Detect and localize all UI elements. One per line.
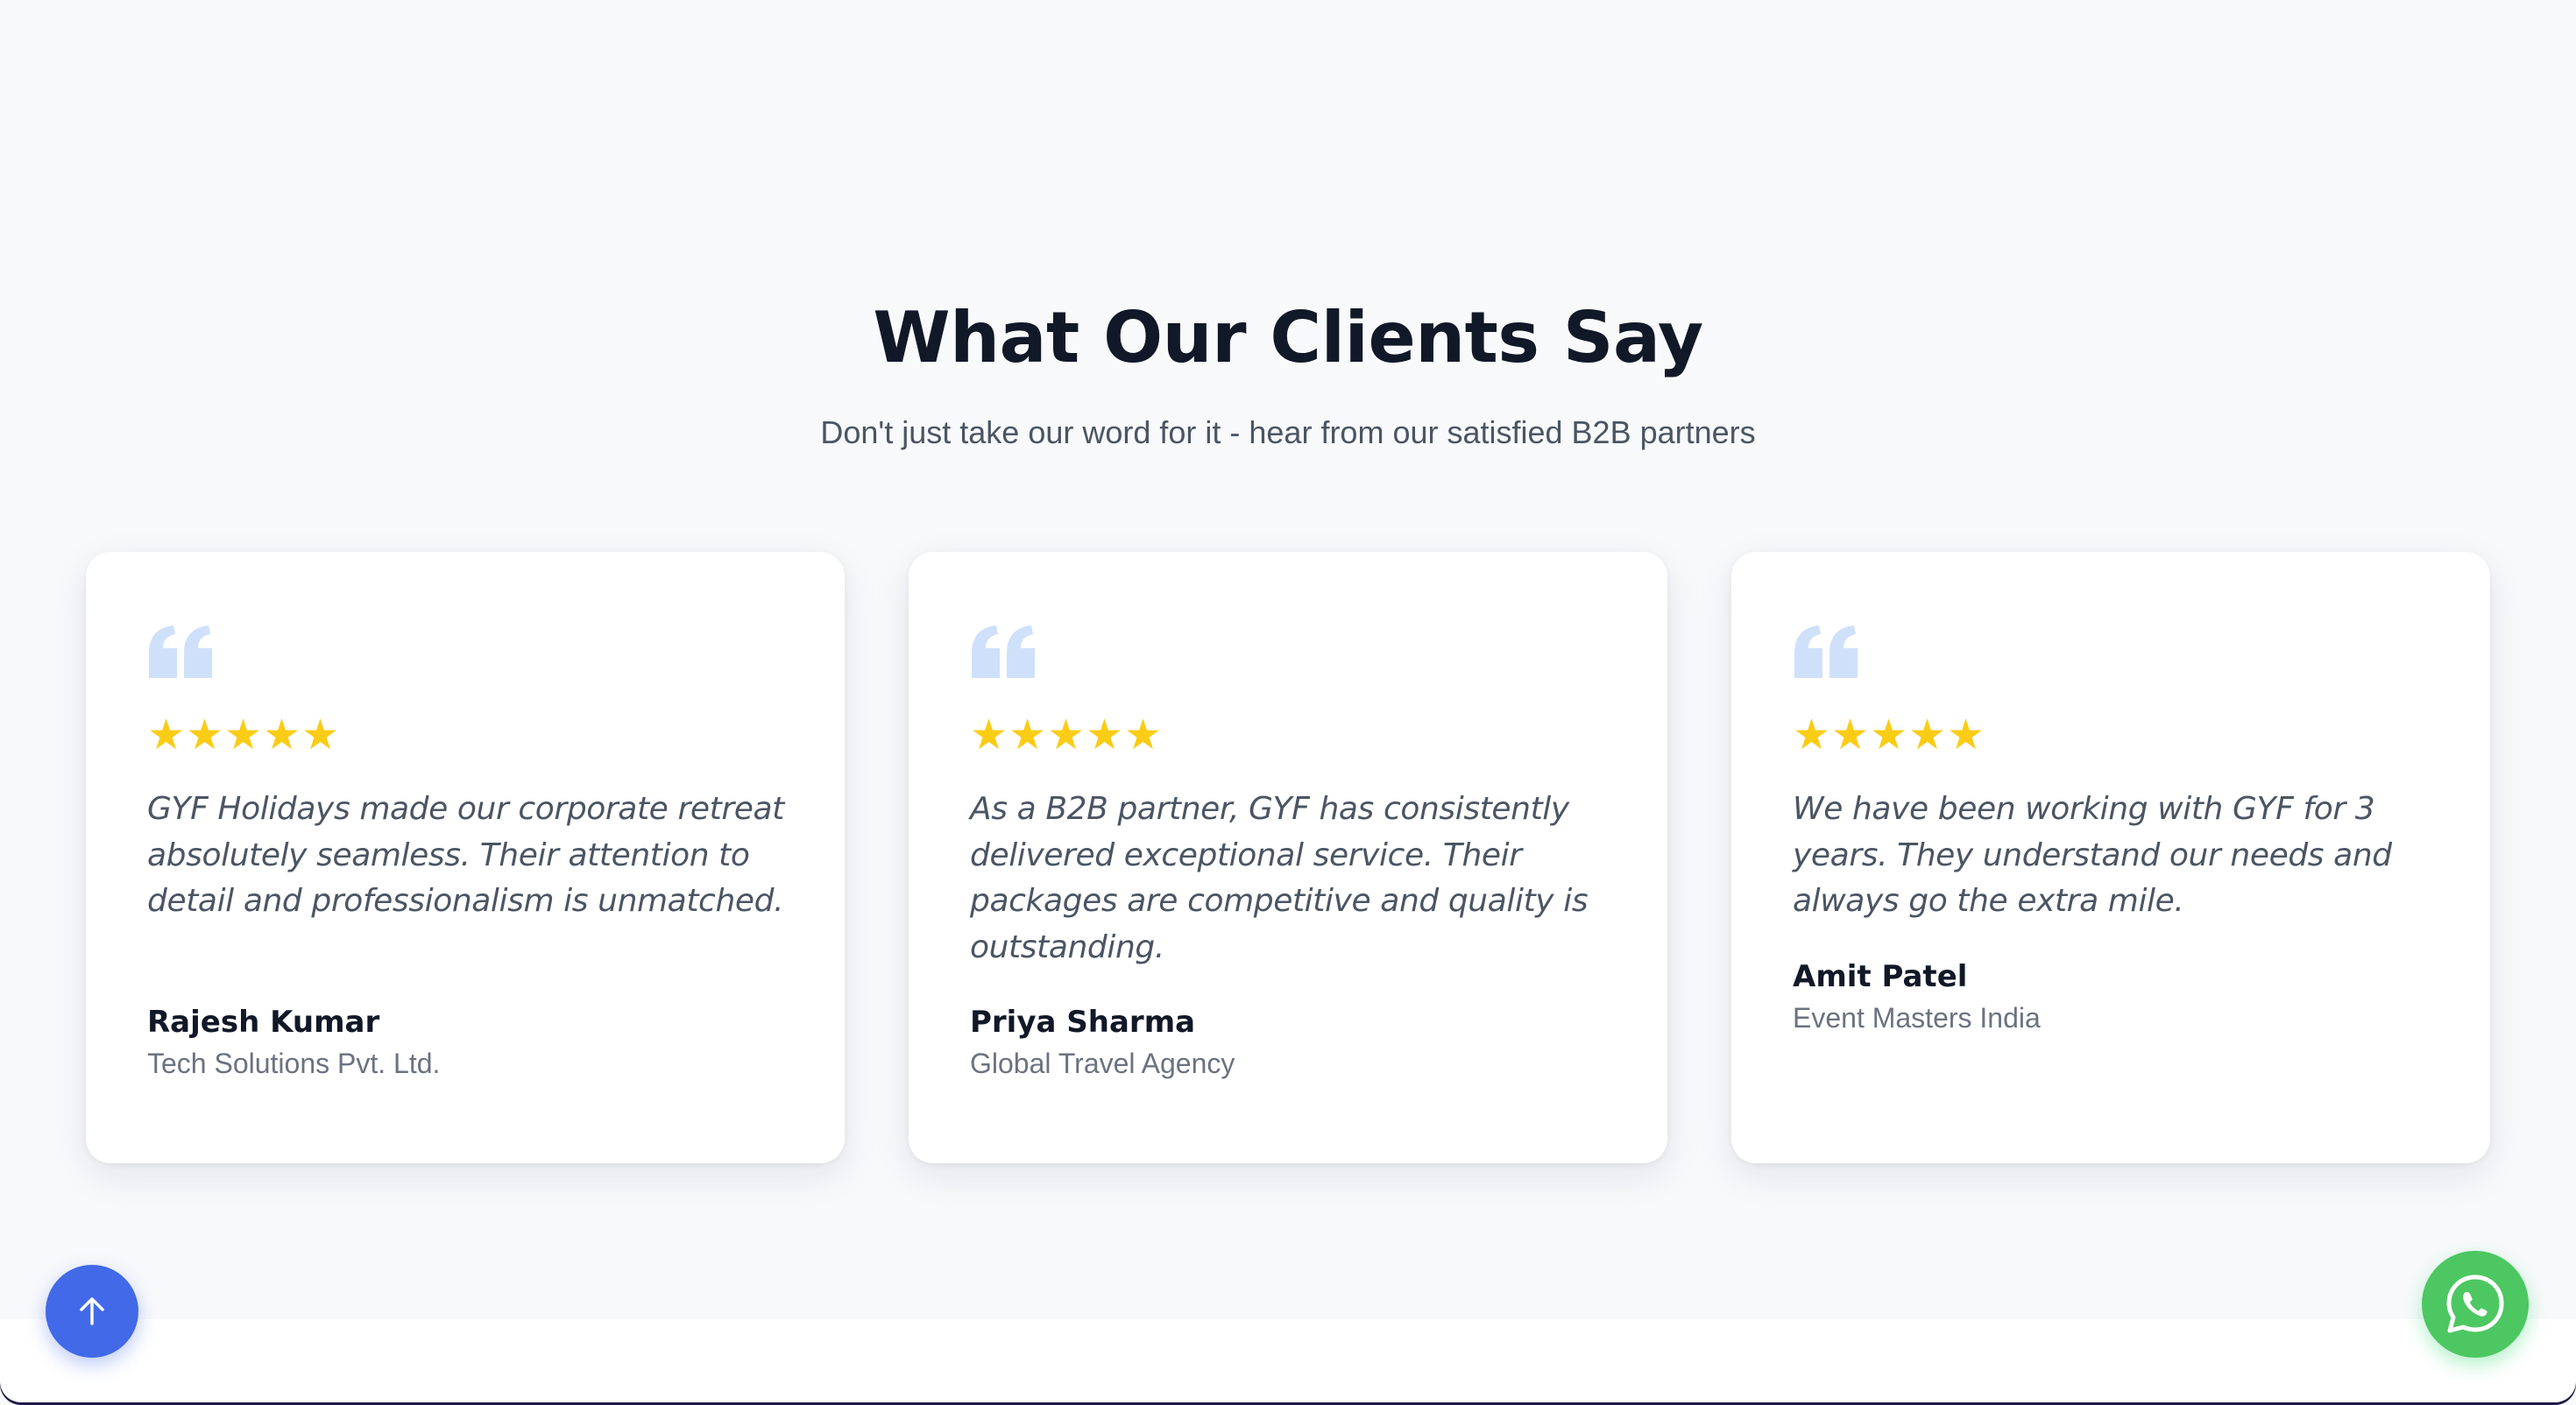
quote-icon bbox=[149, 625, 212, 678]
star-icon: ★ bbox=[1908, 710, 1947, 759]
section-subheading: Don't just take our word for it - hear f… bbox=[820, 414, 1756, 450]
next-section-edge bbox=[0, 1319, 2576, 1405]
star-rating: ★ ★ ★ ★ ★ bbox=[970, 710, 1163, 759]
star-icon: ★ bbox=[1047, 710, 1086, 759]
star-rating: ★ ★ ★ ★ ★ bbox=[1793, 710, 1985, 759]
arrow-up-icon bbox=[80, 1297, 104, 1325]
whatsapp-button[interactable] bbox=[2422, 1251, 2529, 1358]
star-icon: ★ bbox=[301, 710, 340, 759]
scroll-to-top-button[interactable] bbox=[46, 1265, 138, 1358]
testimonial-text: GYF Holidays made our corporate retreat … bbox=[147, 791, 784, 919]
star-icon: ★ bbox=[1947, 710, 1985, 759]
testimonial-card: ★ ★ ★ ★ ★ GYF Holidays made our corporat… bbox=[86, 552, 845, 1163]
star-rating: ★ ★ ★ ★ ★ bbox=[147, 710, 340, 759]
star-icon: ★ bbox=[224, 710, 263, 759]
whatsapp-icon bbox=[2446, 1274, 2504, 1333]
star-icon: ★ bbox=[147, 710, 186, 759]
testimonial-text: As a B2B partner, GYF has consistently d… bbox=[970, 791, 1589, 965]
testimonial-text: We have been working with GYF for 3 year… bbox=[1793, 791, 2392, 919]
star-icon: ★ bbox=[970, 710, 1008, 759]
star-icon: ★ bbox=[186, 710, 224, 759]
testimonial-card: ★ ★ ★ ★ ★ We have been working with GYF … bbox=[1731, 552, 2490, 1163]
star-icon: ★ bbox=[1008, 710, 1047, 759]
star-icon: ★ bbox=[1124, 710, 1163, 759]
section-heading: What Our Clients Say bbox=[873, 297, 1703, 378]
quote-icon bbox=[1794, 625, 1858, 678]
star-icon: ★ bbox=[1086, 710, 1124, 759]
testimonials-section: What Our Clients Say Don't just take our… bbox=[0, 0, 2576, 1321]
quote-icon bbox=[972, 625, 1035, 678]
star-icon: ★ bbox=[1831, 710, 1870, 759]
star-icon: ★ bbox=[1793, 710, 1831, 759]
star-icon: ★ bbox=[263, 710, 301, 759]
star-icon: ★ bbox=[1870, 710, 1908, 759]
testimonial-card: ★ ★ ★ ★ ★ As a B2B partner, GYF has cons… bbox=[909, 552, 1667, 1163]
